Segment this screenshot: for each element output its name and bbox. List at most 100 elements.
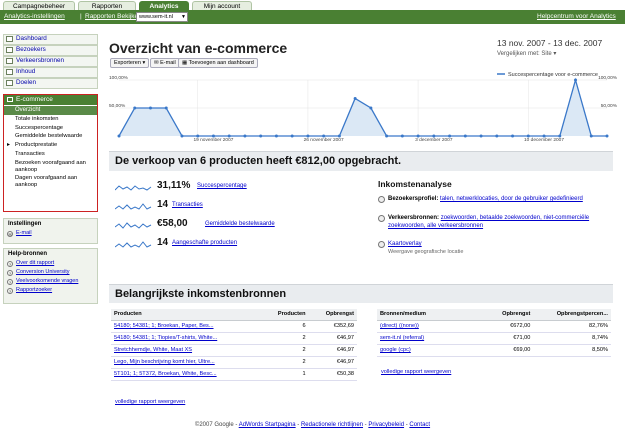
data-point[interactable] (589, 134, 593, 138)
table-cell: 2 (261, 344, 309, 357)
compare-select[interactable]: Vergelijken met: Site ▾ (497, 50, 556, 57)
data-point[interactable] (259, 134, 263, 138)
person-icon (378, 196, 385, 203)
export-button-label: Exporteren (114, 60, 141, 66)
row-link[interactable]: google (cpc) (377, 344, 487, 357)
settings-link[interactable]: Analytics-instellingen (4, 13, 65, 20)
column-header[interactable]: Opbrengst (308, 309, 357, 321)
sparkline-icon (115, 241, 152, 248)
data-point[interactable] (385, 134, 389, 138)
footer-link-privacy[interactable]: Privacybeleid (368, 422, 404, 428)
data-point[interactable] (479, 134, 483, 138)
row-link[interactable]: 5T101; 1; 5T372, Broekan, White, Besc... (111, 368, 261, 381)
ecommerce-section: E-commerce Overzicht Totale inkomsten Su… (3, 94, 98, 212)
help-link-faq[interactable]: ? Veelvoorkomende vragen (4, 277, 97, 286)
view-reports-link[interactable]: Rapporten Bekijken: (85, 13, 144, 20)
sidebar-item-bezoeken-voorafgaand[interactable]: Bezoeken voorafgaand aan aankoop (4, 159, 97, 174)
data-point[interactable] (148, 106, 152, 110)
tab-mijn-account[interactable]: Mijn account (192, 1, 252, 10)
metric-link[interactable]: Aangeschafte producten (172, 240, 237, 246)
map-overlay-link[interactable]: Kaartoverlay (388, 240, 618, 248)
data-point[interactable] (369, 106, 373, 110)
data-point[interactable] (164, 106, 168, 110)
products-full-report-link[interactable]: volledige rapport weergeven (115, 399, 185, 405)
sidebar-item-overzicht[interactable]: Overzicht (4, 106, 97, 115)
analytics-navbar: Analytics-instellingen | Rapporten Bekij… (0, 10, 625, 24)
email-link[interactable]: ✉ E-mail (4, 229, 97, 238)
data-point[interactable] (605, 134, 609, 138)
dashboard-icon (6, 36, 13, 42)
visitor-profile-links[interactable]: talen, netwerklocaties, door de gebruike… (440, 196, 583, 202)
sidebar-item-inhoud[interactable]: Inhoud (3, 67, 98, 78)
media-full-report-link[interactable]: volledige rapport weergeven (381, 369, 451, 375)
table-cell: 2 (261, 356, 309, 369)
add-to-dashboard-button[interactable]: ▦ Toevoegen aan dashboard (178, 58, 258, 68)
row-link[interactable]: sem-it.nl (referral) (377, 332, 487, 345)
data-point[interactable] (511, 134, 515, 138)
metric-succespercentage: 31,11% Succespercentage (115, 180, 355, 194)
sidebar-item-succespercentage[interactable]: Succespercentage (4, 124, 97, 133)
x-tick-label: 26 november 2007 (304, 137, 344, 143)
export-button[interactable]: Exporteren ▾ (110, 58, 150, 68)
column-header[interactable]: Opbrengstpercen... (533, 309, 611, 321)
data-point[interactable] (117, 134, 121, 138)
sidebar-item-productprestatie[interactable]: ▸ Productprestatie (4, 141, 97, 150)
tab-campagnebeheer[interactable]: Campagnebeheer (3, 1, 75, 10)
metric-link[interactable]: Transacties (172, 202, 203, 208)
data-point[interactable] (133, 106, 137, 110)
help-link-conversion-university[interactable]: ? Conversion University (4, 268, 97, 277)
sidebar-item-label: Inhoud (16, 68, 36, 75)
email-button[interactable]: ✉ E-mail (150, 58, 180, 68)
data-point[interactable] (274, 134, 278, 138)
row-link[interactable]: 54180; 54381; 1; Broekan, Paper, Bes... (111, 320, 261, 333)
tab-rapporten[interactable]: Rapporten (78, 1, 136, 10)
column-header[interactable]: Producten (111, 309, 261, 321)
traffic-icon (6, 58, 13, 64)
sidebar-item-dashboard[interactable]: Dashboard (3, 34, 98, 45)
help-link-rapportzoeker[interactable]: ? Rapportzoeker (4, 286, 97, 295)
data-point[interactable] (400, 134, 404, 138)
chevron-down-icon: ▾ (553, 51, 557, 57)
data-point[interactable] (574, 78, 578, 82)
products-table: Producten Producten Opbrengst 54180; 543… (111, 309, 357, 381)
metric-link[interactable]: Succespercentage (197, 183, 247, 189)
metric-value: 31,11% (157, 180, 191, 191)
footer-link-adwords[interactable]: AdWords Startpagina (239, 422, 296, 428)
sidebar-item-dagen-voorafgaand[interactable]: Dagen voorafgaand aan aankoop (4, 174, 97, 189)
sidebar-item-totale-inkomsten[interactable]: Totale inkomsten (4, 115, 97, 124)
row-link[interactable]: 54180; 54381; 1; Tiopies/T-shirts, White… (111, 332, 261, 345)
footer-link-guidelines[interactable]: Redactionele richtlijnen (301, 422, 363, 428)
sidebar-item-transacties[interactable]: Transacties (4, 150, 97, 159)
table-cell: €46,97 (308, 332, 357, 345)
data-point[interactable] (463, 134, 467, 138)
sidebar-item-doelen[interactable]: Doelen (3, 78, 98, 89)
help-link-over-rapport[interactable]: ? Over dit rapport (4, 259, 97, 268)
data-point[interactable] (495, 134, 499, 138)
sidebar-item-bezoekers[interactable]: Bezoekers (3, 45, 98, 56)
sidebar-item-gemiddelde-bestelwaarde[interactable]: Gemiddelde bestelwaarde (4, 132, 97, 141)
metric-gemiddelde-bestelwaarde: €58,00 Gemiddelde bestelwaarde (115, 218, 355, 232)
footer-link-contact[interactable]: Contact (409, 422, 430, 428)
site-select[interactable]: www.sem-it.nl ▼ (136, 12, 188, 22)
ecommerce-conversion-chart: 100,00% 50,00% 100,00% 50,00% 19 november 20… (109, 72, 617, 143)
data-point[interactable] (243, 134, 247, 138)
row-link[interactable]: Stretchhemdje, White, Maat XS (111, 344, 261, 357)
column-header[interactable]: Producten (261, 309, 309, 321)
data-point[interactable] (290, 134, 294, 138)
column-header[interactable]: Bronnen/medium (377, 309, 487, 321)
help-center-link[interactable]: Helpcentrum voor Analytics (537, 13, 616, 20)
sidebar-item-ecommerce[interactable]: E-commerce (4, 95, 97, 105)
data-point[interactable] (353, 96, 357, 100)
settings-title: Instellingen (8, 221, 42, 227)
sidebar-item-verkeersbronnen[interactable]: Verkeersbronnen (3, 56, 98, 67)
row-link[interactable]: Lego, Mijn beschrijving komt hier, Ultre… (111, 356, 261, 369)
metric-link[interactable]: Gemiddelde bestelwaarde (205, 221, 275, 227)
row-link[interactable]: (direct) ((none)) (377, 320, 487, 333)
table-row: google (cpc) €69,00 8,50% (377, 344, 611, 357)
column-header[interactable]: Opbrengst (487, 309, 534, 321)
table-cell: 2 (261, 332, 309, 345)
date-range-picker[interactable]: 13 nov. 2007 - 13 dec. 2007 (497, 38, 602, 48)
tab-analytics[interactable]: Analytics (139, 1, 189, 10)
settings-box: Instellingen ✉ E-mail (3, 218, 98, 244)
data-point[interactable] (180, 134, 184, 138)
